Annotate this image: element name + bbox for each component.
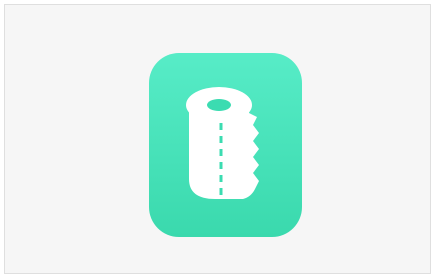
roll-core-hole: [207, 99, 231, 111]
toilet-paper-roll-icon: [149, 53, 302, 237]
screenshot-frame: [4, 4, 431, 274]
app-icon-tile[interactable]: [149, 53, 302, 237]
